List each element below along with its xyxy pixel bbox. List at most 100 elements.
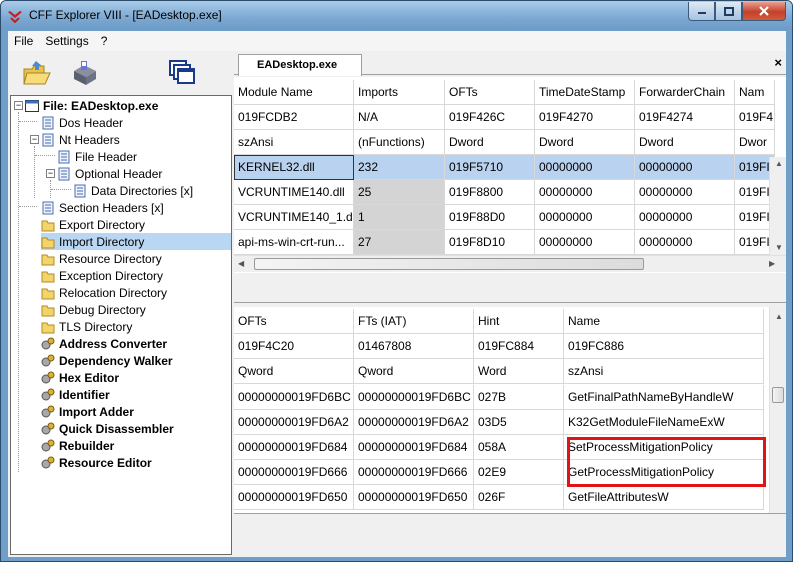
minimize-button[interactable] [688, 2, 715, 21]
function-row[interactable]: 00000000019FD6A2 00000000019FD6A2 03D5 K… [234, 410, 764, 435]
module-cell[interactable]: 232 [354, 155, 445, 180]
modules-horizontal-scrollbar[interactable]: ◀ ▶ [234, 255, 786, 272]
tab-eadesktop[interactable]: EADesktop.exe [238, 54, 362, 76]
tree-item-file-header[interactable]: File Header [57, 148, 138, 165]
column-header[interactable]: Module Name [234, 80, 354, 105]
expand-optional-header-toggle[interactable]: − [46, 169, 55, 178]
module-cell[interactable]: 1 [354, 205, 445, 230]
modules-grid[interactable]: Module Name Imports OFTs TimeDateStamp F… [234, 77, 786, 303]
tree-item-import-directory[interactable]: Import Directory [41, 233, 231, 250]
function-cell[interactable]: 00000000019FD666 [234, 460, 354, 485]
function-name-cell[interactable]: K32GetModuleFileNameExW [564, 410, 764, 435]
column-header[interactable]: Nam [735, 80, 775, 105]
column-header[interactable]: Name [564, 309, 764, 334]
column-header[interactable]: OFTs [234, 309, 354, 334]
scroll-up-arrow-icon[interactable]: ▲ [775, 159, 783, 168]
function-cell[interactable]: 00000000019FD6BC [234, 385, 354, 410]
tree-tool-quick-disassembler[interactable]: Quick Disassembler [41, 420, 175, 437]
module-row-api-ms-win-crt[interactable]: api-ms-win-crt-run... 27 019F8D10 000000… [234, 230, 775, 255]
module-cell[interactable]: 00000000 [535, 230, 635, 255]
function-cell[interactable]: 00000000019FD650 [354, 485, 474, 510]
module-cell[interactable]: 00000000 [535, 155, 635, 180]
module-name-cell[interactable]: KERNEL32.dll [234, 155, 354, 180]
functions-vertical-scrollbar[interactable]: ▲ [769, 307, 786, 513]
modules-vertical-scrollbar[interactable]: ▲ ▼ [769, 157, 786, 255]
tree-item-tls-directory[interactable]: TLS Directory [41, 318, 133, 335]
module-name-cell[interactable]: api-ms-win-crt-run... [234, 230, 354, 255]
function-cell[interactable]: 00000000019FD684 [354, 435, 474, 460]
horizontal-scroll-thumb[interactable] [254, 258, 644, 270]
scroll-right-arrow-icon[interactable]: ▶ [769, 259, 775, 268]
module-row-kernel32[interactable]: KERNEL32.dll 232 019F5710 00000000 00000… [234, 155, 775, 180]
module-cell[interactable]: 019F8D10 [445, 230, 535, 255]
tree-item-debug-directory[interactable]: Debug Directory [41, 301, 147, 318]
tree-item-section-headers[interactable]: Section Headers [x] [41, 199, 165, 216]
function-cell[interactable]: 00000000019FD6A2 [354, 410, 474, 435]
tree-root-file[interactable]: File: EADesktop.exe [25, 97, 159, 114]
function-cell[interactable]: 00000000019FD666 [354, 460, 474, 485]
module-cell[interactable]: 00000000 [635, 155, 735, 180]
tree-tool-address-converter[interactable]: Address Converter [41, 335, 168, 352]
expand-nt-headers-toggle[interactable]: − [30, 135, 39, 144]
tree-panel[interactable]: − File: EADesktop.exe Dos Header − Nt He… [10, 95, 232, 555]
scroll-down-arrow-icon[interactable]: ▼ [775, 243, 783, 252]
column-header[interactable]: TimeDateStamp [535, 80, 635, 105]
tree-tool-identifier[interactable]: Identifier [41, 386, 111, 403]
function-cell[interactable]: 03D5 [474, 410, 564, 435]
function-cell[interactable]: 026F [474, 485, 564, 510]
tree-item-export-directory[interactable]: Export Directory [41, 216, 146, 233]
module-row-vcruntime140[interactable]: VCRUNTIME140.dll 25 019F8800 00000000 00… [234, 180, 775, 205]
menu-file[interactable]: File [8, 31, 39, 51]
module-cell[interactable]: 00000000 [635, 230, 735, 255]
function-name-cell[interactable]: GetFinalPathNameByHandleW [564, 385, 764, 410]
tree-item-dos-header[interactable]: Dos Header [41, 114, 124, 131]
tree-item-resource-directory[interactable]: Resource Directory [41, 250, 163, 267]
title-bar[interactable]: CFF Explorer VIII - [EADesktop.exe] [1, 1, 792, 30]
module-cell[interactable]: 00000000 [635, 180, 735, 205]
function-row[interactable]: 00000000019FD650 00000000019FD650 026F G… [234, 485, 764, 510]
tree-item-data-directories[interactable]: Data Directories [x] [73, 182, 194, 199]
function-cell[interactable]: 00000000019FD6BC [354, 385, 474, 410]
module-cell[interactable]: 00000000 [535, 180, 635, 205]
scroll-left-arrow-icon[interactable]: ◀ [238, 259, 244, 268]
tree-tool-dependency-walker[interactable]: Dependency Walker [41, 352, 174, 369]
function-cell[interactable]: 00000000019FD650 [234, 485, 354, 510]
tree-item-exception-directory[interactable]: Exception Directory [41, 267, 164, 284]
tree-tool-rebuilder[interactable]: Rebuilder [41, 437, 115, 454]
function-name-cell[interactable]: GetFileAttributesW [564, 485, 764, 510]
expand-root-toggle[interactable]: − [14, 101, 23, 110]
save-disk-icon[interactable] [70, 59, 100, 87]
windows-icon[interactable] [168, 59, 196, 87]
column-header[interactable]: FTs (IAT) [354, 309, 474, 334]
module-cell[interactable]: 00000000 [635, 205, 735, 230]
module-row-vcruntime140-1[interactable]: VCRUNTIME140_1.dll 1 019F88D0 00000000 0… [234, 205, 775, 230]
function-cell[interactable]: 02E9 [474, 460, 564, 485]
tree-item-optional-header[interactable]: Optional Header [57, 165, 163, 182]
module-cell[interactable]: 00000000 [535, 205, 635, 230]
column-header[interactable]: Imports [354, 80, 445, 105]
menu-settings[interactable]: Settings [39, 31, 94, 51]
module-name-cell[interactable]: VCRUNTIME140.dll [234, 180, 354, 205]
tab-close-button[interactable]: × [774, 55, 782, 70]
tree-item-relocation-directory[interactable]: Relocation Directory [41, 284, 168, 301]
vertical-scroll-thumb[interactable] [772, 387, 784, 403]
tree-tool-hex-editor[interactable]: Hex Editor [41, 369, 120, 386]
splitter[interactable] [234, 273, 786, 302]
function-cell[interactable]: 027B [474, 385, 564, 410]
open-folder-icon[interactable] [22, 59, 52, 87]
function-cell[interactable]: 00000000019FD684 [234, 435, 354, 460]
column-header[interactable]: OFTs [445, 80, 535, 105]
tree-tool-resource-editor[interactable]: Resource Editor [41, 454, 153, 471]
function-row[interactable]: 00000000019FD6BC 00000000019FD6BC 027B G… [234, 385, 764, 410]
module-cell[interactable]: 019F88D0 [445, 205, 535, 230]
column-header[interactable]: ForwarderChain [635, 80, 735, 105]
maximize-button[interactable] [715, 2, 742, 21]
function-cell[interactable]: 058A [474, 435, 564, 460]
scroll-up-arrow-icon[interactable]: ▲ [775, 312, 783, 321]
module-cell[interactable]: 25 [354, 180, 445, 205]
tree-tool-import-adder[interactable]: Import Adder [41, 403, 135, 420]
close-window-button[interactable] [742, 2, 786, 21]
column-header[interactable]: Hint [474, 309, 564, 334]
module-cell[interactable]: 27 [354, 230, 445, 255]
module-cell[interactable]: 019F5710 [445, 155, 535, 180]
